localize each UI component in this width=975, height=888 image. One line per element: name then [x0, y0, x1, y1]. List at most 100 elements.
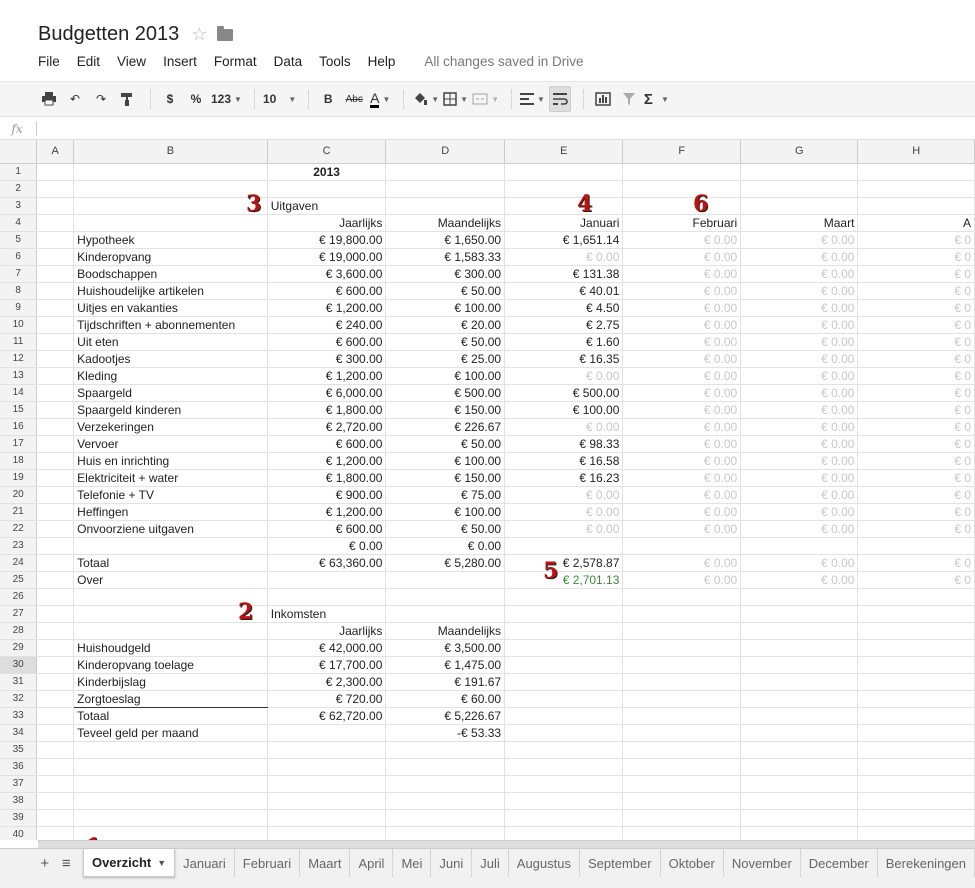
cell[interactable]: € 720.00	[267, 690, 387, 708]
row-header[interactable]: 2	[0, 180, 38, 198]
cell[interactable]	[622, 775, 742, 793]
cell[interactable]	[740, 706, 859, 725]
cell[interactable]	[504, 792, 624, 810]
cell[interactable]: € 0.00	[385, 537, 506, 555]
cell[interactable]	[740, 775, 859, 793]
cell[interactable]	[857, 588, 975, 606]
cell[interactable]	[740, 826, 859, 840]
filter-button[interactable]	[618, 86, 640, 112]
cell[interactable]: € 0	[857, 350, 975, 368]
cell[interactable]	[622, 163, 742, 181]
sheet-tab-berekeningen[interactable]: Berekeningen	[878, 849, 975, 877]
cell[interactable]	[267, 775, 387, 793]
row-header[interactable]: 20	[0, 486, 38, 504]
cell[interactable]	[504, 741, 624, 759]
cell[interactable]: € 0	[857, 265, 975, 283]
cell[interactable]	[385, 792, 506, 810]
sheet-tab-januari[interactable]: Januari	[175, 849, 235, 877]
cell[interactable]: Uitgaven	[267, 197, 387, 215]
cell[interactable]: € 0	[857, 520, 975, 538]
add-sheet-icon[interactable]: +	[34, 849, 55, 877]
cell[interactable]: € 1,475.00	[385, 656, 506, 674]
cell[interactable]	[504, 537, 624, 555]
cell[interactable]	[267, 741, 387, 759]
cell[interactable]	[73, 809, 268, 827]
all-sheets-icon[interactable]: ≡	[55, 849, 76, 877]
cell[interactable]: € 0.00	[740, 503, 859, 521]
row-header[interactable]: 10	[0, 316, 38, 334]
bold-button[interactable]: B	[317, 86, 339, 112]
cell[interactable]: € 500.00	[504, 384, 624, 402]
cell[interactable]	[504, 706, 624, 725]
cell[interactable]: € 0.00	[267, 537, 387, 555]
cell[interactable]: € 900.00	[267, 486, 387, 504]
cell[interactable]: € 16.35	[504, 350, 624, 368]
cell[interactable]: Huishoudgeld	[73, 639, 268, 657]
cell[interactable]: € 0.00	[622, 435, 742, 453]
cell[interactable]	[36, 435, 75, 453]
cell[interactable]: Heffingen	[73, 503, 268, 521]
cell[interactable]	[36, 673, 75, 691]
cell[interactable]	[36, 230, 75, 249]
cell[interactable]: € 0.00	[740, 418, 859, 436]
cell[interactable]: € 100.00	[385, 299, 506, 317]
sheet-tab-oktober[interactable]: Oktober	[661, 849, 724, 877]
cell[interactable]: € 3,600.00	[267, 265, 387, 283]
cell[interactable]	[740, 197, 859, 215]
cell[interactable]: € 0.00	[740, 435, 859, 453]
cell[interactable]: € 0.00	[622, 503, 742, 521]
cell[interactable]: Uit eten	[73, 333, 268, 351]
cell[interactable]	[857, 775, 975, 793]
cell[interactable]	[36, 792, 75, 810]
cell[interactable]: A	[857, 214, 975, 232]
row-header[interactable]: 17	[0, 435, 38, 453]
cell[interactable]	[504, 724, 624, 742]
strikethrough-button[interactable]: Abc	[343, 86, 365, 112]
cell[interactable]	[36, 316, 75, 334]
row-header[interactable]: 39	[0, 809, 38, 827]
cell[interactable]: Totaal	[73, 553, 268, 572]
paint-format-icon[interactable]	[116, 86, 138, 112]
cell[interactable]	[622, 792, 742, 810]
row-header[interactable]: 8	[0, 282, 38, 300]
cell[interactable]	[73, 758, 268, 776]
cell[interactable]	[36, 180, 75, 198]
cell[interactable]: € 16.58	[504, 452, 624, 470]
cell[interactable]	[504, 622, 624, 640]
cell[interactable]	[385, 571, 506, 589]
row-header[interactable]: 36	[0, 758, 38, 776]
cell[interactable]: € 1.60	[504, 333, 624, 351]
cell[interactable]	[857, 537, 975, 555]
sheet-tab-juli[interactable]: Juli	[472, 849, 509, 877]
row-header[interactable]: 25	[0, 571, 38, 589]
cell[interactable]	[73, 775, 268, 793]
cell[interactable]: € 0.00	[504, 248, 624, 266]
cell[interactable]: Boodschappen	[73, 265, 268, 283]
cell[interactable]	[504, 809, 624, 827]
cell[interactable]	[857, 690, 975, 708]
cell[interactable]	[36, 248, 75, 266]
cell[interactable]	[73, 197, 268, 215]
cell[interactable]	[857, 622, 975, 640]
cell[interactable]: € 0	[857, 401, 975, 419]
cell[interactable]	[622, 605, 742, 623]
cell[interactable]	[36, 367, 75, 385]
cell[interactable]	[36, 826, 75, 840]
cell[interactable]: Over	[73, 571, 268, 589]
sheet-tab-maart[interactable]: Maart	[300, 849, 351, 877]
cell[interactable]: € 6,000.00	[267, 384, 387, 402]
cell[interactable]	[740, 809, 859, 827]
cell[interactable]	[857, 163, 975, 181]
cell[interactable]	[267, 792, 387, 810]
row-header[interactable]: 40	[0, 826, 38, 840]
cell[interactable]: € 100.00	[504, 401, 624, 419]
number-format-button[interactable]: 123 ▼	[211, 86, 242, 112]
cell[interactable]	[73, 163, 268, 181]
cell[interactable]	[36, 758, 75, 776]
folder-icon[interactable]	[217, 26, 234, 41]
cell[interactable]	[857, 809, 975, 827]
cell[interactable]	[740, 741, 859, 759]
cell[interactable]	[385, 826, 506, 840]
cell[interactable]: € 100.00	[385, 367, 506, 385]
cell[interactable]: € 0.00	[740, 401, 859, 419]
